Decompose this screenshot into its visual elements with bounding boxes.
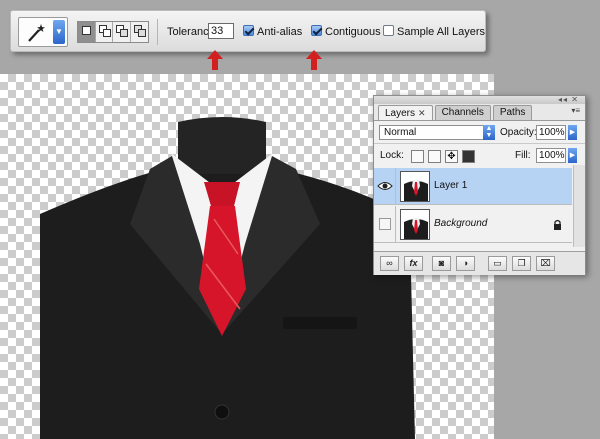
blend-mode-select[interactable]: Normal ▲ ▼ <box>379 125 495 140</box>
lock-all-icon[interactable] <box>462 150 475 163</box>
tool-preset-picker[interactable]: ▼ <box>18 17 68 47</box>
contiguous-arrow-icon <box>306 50 322 70</box>
tolerance-arrow-icon <box>207 50 223 70</box>
contiguous-checkbox[interactable] <box>311 25 322 36</box>
adjustment-layer-icon[interactable]: ◑ <box>456 256 475 271</box>
trash-icon[interactable]: ⌧ <box>536 256 555 271</box>
panel-titlebar[interactable]: ◂◂ ✕ <box>374 95 585 104</box>
hidden-eye-icon <box>379 218 391 230</box>
tab-layers[interactable]: Layers ✕ <box>378 105 433 120</box>
fill-label: Fill: <box>515 150 531 161</box>
add-to-selection-button[interactable] <box>96 22 113 42</box>
add-mask-icon[interactable]: ◙ <box>432 256 451 271</box>
chevron-right-icon[interactable]: ▶ <box>568 125 577 140</box>
updown-arrow-icon: ▲ ▼ <box>483 125 495 140</box>
intersect-selection-button[interactable] <box>131 22 148 42</box>
close-icon[interactable]: ✕ <box>418 108 426 118</box>
opacity-input[interactable]: 100% <box>536 125 566 140</box>
tab-label: Paths <box>499 107 526 118</box>
contiguous-label: Contiguous <box>325 26 381 38</box>
layer-row-layer-1[interactable]: Layer 1 <box>374 168 572 205</box>
tolerance-input[interactable]: 33 <box>208 23 234 39</box>
panel-tabs: Layers ✕ Channels Paths <box>378 105 534 120</box>
link-layers-icon[interactable]: ∞ <box>380 256 399 271</box>
layer-name: Layer 1 <box>434 180 468 191</box>
lock-label: Lock: <box>380 150 404 161</box>
tab-channels[interactable]: Channels <box>434 105 491 120</box>
anti-alias-label: Anti-alias <box>257 26 303 38</box>
opacity-label: Opacity: <box>500 127 537 138</box>
subtract-from-selection-button[interactable] <box>113 22 131 42</box>
new-layer-icon[interactable]: ❐ <box>512 256 531 271</box>
anti-alias-checkbox[interactable] <box>243 25 254 36</box>
fx-button[interactable]: fx <box>404 256 423 271</box>
selection-mode-group <box>77 21 149 43</box>
magic-wand-icon <box>28 24 45 42</box>
eye-icon <box>377 182 393 190</box>
lock-row: Lock: ✥ Fill: 100% ▶ <box>374 143 585 165</box>
tab-paths[interactable]: Paths <box>492 105 533 120</box>
divider <box>157 19 158 45</box>
layer-thumbnail <box>400 171 430 202</box>
sample-all-layers-label: Sample All Layers <box>397 26 486 38</box>
tab-label: Layers <box>385 108 416 119</box>
layer-row-background[interactable]: Background <box>374 206 572 243</box>
lock-transparency-icon[interactable] <box>411 150 424 163</box>
fill-input[interactable]: 100% <box>536 148 566 163</box>
new-group-icon[interactable]: ▭ <box>488 256 507 271</box>
chevron-right-icon[interactable]: ▶ <box>568 148 577 163</box>
panel-body: Normal ▲ ▼ Opacity: 100% ▶ Lock: ✥ Fill: … <box>374 120 585 275</box>
layers-panel: ◂◂ ✕ Layers ✕ Channels Paths ▾≡ Normal ▲ ▼… <box>373 95 586 275</box>
panel-collapse-icon[interactable]: ◂◂ ✕ <box>558 95 579 104</box>
tool-options-bar: ▼ Tolerance: 33 Anti-alias Contiguous Sa… <box>10 10 486 52</box>
sample-all-layers-checkbox[interactable] <box>383 25 394 36</box>
lock-pixels-icon[interactable] <box>428 150 441 163</box>
lock-position-icon[interactable]: ✥ <box>445 150 458 163</box>
layer-thumbnail <box>400 209 430 240</box>
panel-menu-icon[interactable]: ▾≡ <box>571 106 580 115</box>
layers-scrollbar[interactable] <box>573 165 585 247</box>
visibility-toggle[interactable] <box>374 168 396 205</box>
lock-icon <box>554 219 561 230</box>
chevron-down-icon[interactable]: ▼ <box>53 20 65 44</box>
layer-name: Background <box>434 218 488 229</box>
visibility-toggle[interactable] <box>374 206 396 243</box>
new-selection-button[interactable] <box>78 22 96 42</box>
tab-label: Channels <box>441 107 484 118</box>
blend-mode-value: Normal <box>384 127 417 138</box>
panel-footer: ∞ fx ◙ ◑ ▭ ❐ ⌧ <box>374 251 585 275</box>
